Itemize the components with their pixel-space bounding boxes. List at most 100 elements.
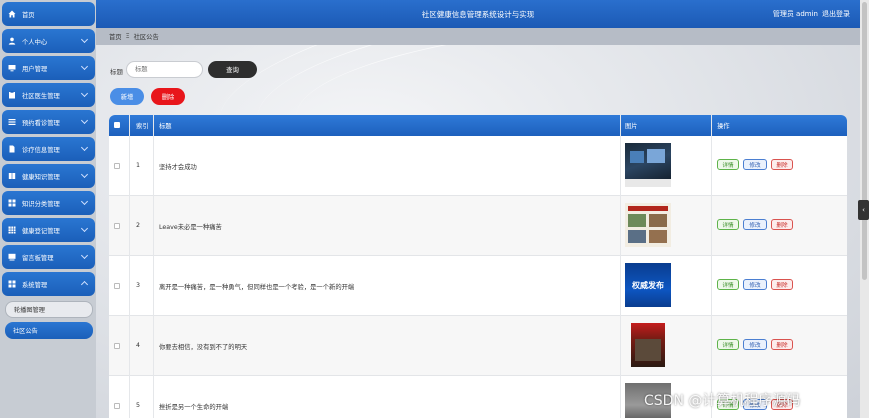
chevron-down-icon bbox=[80, 89, 89, 98]
row-checkbox[interactable] bbox=[114, 163, 120, 169]
header-index: 索引 bbox=[136, 123, 149, 130]
search-title-input[interactable] bbox=[126, 61, 203, 78]
sidebar-item-label: 留言板管理 bbox=[22, 254, 54, 262]
sidebar-subitem-carousel[interactable]: 轮播图管理 bbox=[5, 301, 93, 318]
chevron-down-icon bbox=[80, 224, 89, 233]
sidebar-item-label: 健康知识管理 bbox=[22, 173, 60, 181]
table-row: 2 Leave未必是一种痛苦 详情 修改 删除 bbox=[109, 196, 847, 256]
delete-button[interactable]: 删除 bbox=[771, 279, 793, 290]
sidebar-item-label: 预约看诊管理 bbox=[22, 119, 60, 127]
add-button[interactable]: 新增 bbox=[110, 88, 144, 105]
sidebar-item-categories[interactable]: 知识分类管理 bbox=[2, 191, 95, 215]
row-thumbnail: 权威发布 bbox=[625, 263, 671, 307]
column-divider bbox=[129, 115, 130, 418]
row-checkbox[interactable] bbox=[114, 403, 120, 409]
row-index: 5 bbox=[136, 402, 141, 409]
sidebar-item-users[interactable]: 用户管理 bbox=[2, 56, 95, 80]
sidebar-item-registration[interactable]: 健康登记管理 bbox=[2, 218, 95, 242]
logout-link[interactable]: 退出登录 bbox=[822, 9, 850, 19]
header-title: 标题 bbox=[159, 123, 172, 130]
sidebar-item-profile[interactable]: 个人中心 bbox=[2, 29, 95, 53]
row-title: 离开是一种痛苦，是一种勇气，但同样也是一个考验，是一个新的开端 bbox=[159, 284, 355, 291]
edit-button[interactable]: 修改 bbox=[743, 279, 767, 290]
row-title: 挫折是另一个生命的开端 bbox=[159, 404, 229, 411]
list-icon bbox=[8, 118, 16, 126]
thumbnail-screen bbox=[630, 151, 644, 163]
sidebar-item-doctors[interactable]: 社区医生管理 bbox=[2, 83, 95, 107]
table-row: 3 离开是一种痛苦，是一种勇气，但同样也是一个考验，是一个新的开端 权威发布 详… bbox=[109, 256, 847, 316]
sidebar-item-label: 个人中心 bbox=[22, 38, 48, 46]
row-title: 你要去相信，没有到不了的明天 bbox=[159, 344, 248, 351]
watermark: CSDN @计算机程序源码 bbox=[644, 393, 801, 409]
detail-button[interactable]: 详情 bbox=[717, 339, 739, 350]
user-area: 管理员 admin 退出登录 bbox=[773, 9, 850, 19]
sidebar-item-messages[interactable]: 留言板管理 bbox=[2, 245, 95, 269]
chevron-down-icon bbox=[80, 62, 89, 71]
thumbnail-photo bbox=[628, 230, 646, 243]
thumbnail-photo bbox=[649, 230, 667, 243]
delete-button[interactable]: 删除 bbox=[771, 219, 793, 230]
chevron-down-icon bbox=[80, 143, 89, 152]
row-checkbox[interactable] bbox=[114, 343, 120, 349]
collapse-toggle-icon[interactable]: ‹ bbox=[858, 200, 869, 220]
app-title: 社区健康信息管理系统设计与实现 bbox=[421, 10, 535, 19]
row-checkbox[interactable] bbox=[114, 283, 120, 289]
chevron-down-icon bbox=[80, 197, 89, 206]
breadcrumb: 首页 Ξ 社区公告 bbox=[96, 28, 860, 45]
sidebar-item-health-knowledge[interactable]: 健康知识管理 bbox=[2, 164, 95, 188]
row-index: 3 bbox=[136, 282, 141, 289]
monitor-icon bbox=[8, 64, 16, 72]
breadcrumb-home[interactable]: 首页 bbox=[109, 32, 122, 41]
chevron-down-icon bbox=[80, 35, 89, 44]
edit-button[interactable]: 修改 bbox=[743, 159, 767, 170]
breadcrumb-current: 社区公告 bbox=[133, 34, 159, 41]
thumbnail-screen bbox=[647, 149, 665, 163]
row-thumbnail bbox=[631, 323, 665, 367]
sidebar-subitem-label: 轮播图管理 bbox=[14, 307, 45, 314]
row-index: 4 bbox=[136, 342, 141, 349]
edit-button[interactable]: 修改 bbox=[743, 339, 767, 350]
column-divider bbox=[620, 115, 621, 418]
column-divider bbox=[153, 115, 154, 418]
user-icon bbox=[8, 37, 16, 45]
row-index: 2 bbox=[136, 222, 141, 229]
detail-button[interactable]: 详情 bbox=[717, 279, 739, 290]
main-content: 标题 查询 新增 删除 索引 标题 图片 操作 1 坚持才会成功 详情 修改 删… bbox=[96, 45, 860, 418]
row-checkbox[interactable] bbox=[114, 223, 120, 229]
sidebar-item-system[interactable]: 系统管理 bbox=[2, 272, 95, 296]
table-header: 索引 标题 图片 操作 bbox=[109, 115, 847, 136]
header-image: 图片 bbox=[625, 123, 638, 130]
batch-delete-button[interactable]: 删除 bbox=[151, 88, 185, 105]
delete-button[interactable]: 删除 bbox=[771, 159, 793, 170]
detail-button[interactable]: 详情 bbox=[717, 159, 739, 170]
table-row: 4 你要去相信，没有到不了的明天 详情 修改 删除 bbox=[109, 316, 847, 376]
table-icon bbox=[8, 226, 16, 234]
sidebar-item-home[interactable]: 首页 bbox=[2, 2, 95, 26]
row-title: 坚持才会成功 bbox=[159, 164, 197, 171]
document-icon bbox=[8, 145, 16, 153]
select-all-checkbox[interactable] bbox=[114, 122, 120, 128]
thumbnail-photo bbox=[649, 214, 667, 227]
sidebar-item-label: 知识分类管理 bbox=[22, 200, 60, 208]
search-button[interactable]: 查询 bbox=[208, 61, 257, 78]
detail-button[interactable]: 详情 bbox=[717, 219, 739, 230]
sidebar: 首页 个人中心 用户管理 社区医生管理 预约看诊管理 诊疗信息管理 健康知识管理… bbox=[0, 0, 96, 418]
board-icon bbox=[8, 253, 16, 261]
chevron-up-icon bbox=[80, 280, 89, 289]
scrollbar-thumb[interactable] bbox=[862, 2, 867, 280]
grid-icon bbox=[8, 280, 16, 288]
edit-button[interactable]: 修改 bbox=[743, 219, 767, 230]
sidebar-item-label: 系统管理 bbox=[22, 281, 48, 289]
announcements-table: 索引 标题 图片 操作 1 坚持才会成功 详情 修改 删除 2 Leave未必是… bbox=[109, 115, 847, 418]
search-label: 标题 bbox=[110, 68, 123, 76]
delete-button[interactable]: 删除 bbox=[771, 339, 793, 350]
row-thumbnail bbox=[625, 143, 671, 187]
thumbnail-photo bbox=[628, 214, 646, 227]
book-icon bbox=[8, 172, 16, 180]
sidebar-item-diagnosis[interactable]: 诊疗信息管理 bbox=[2, 137, 95, 161]
breadcrumb-separator: Ξ bbox=[125, 33, 130, 40]
chevron-down-icon bbox=[80, 251, 89, 260]
sidebar-item-appointments[interactable]: 预约看诊管理 bbox=[2, 110, 95, 134]
header-actions: 操作 bbox=[717, 123, 730, 130]
sidebar-subitem-announcements[interactable]: 社区公告 bbox=[5, 322, 93, 339]
